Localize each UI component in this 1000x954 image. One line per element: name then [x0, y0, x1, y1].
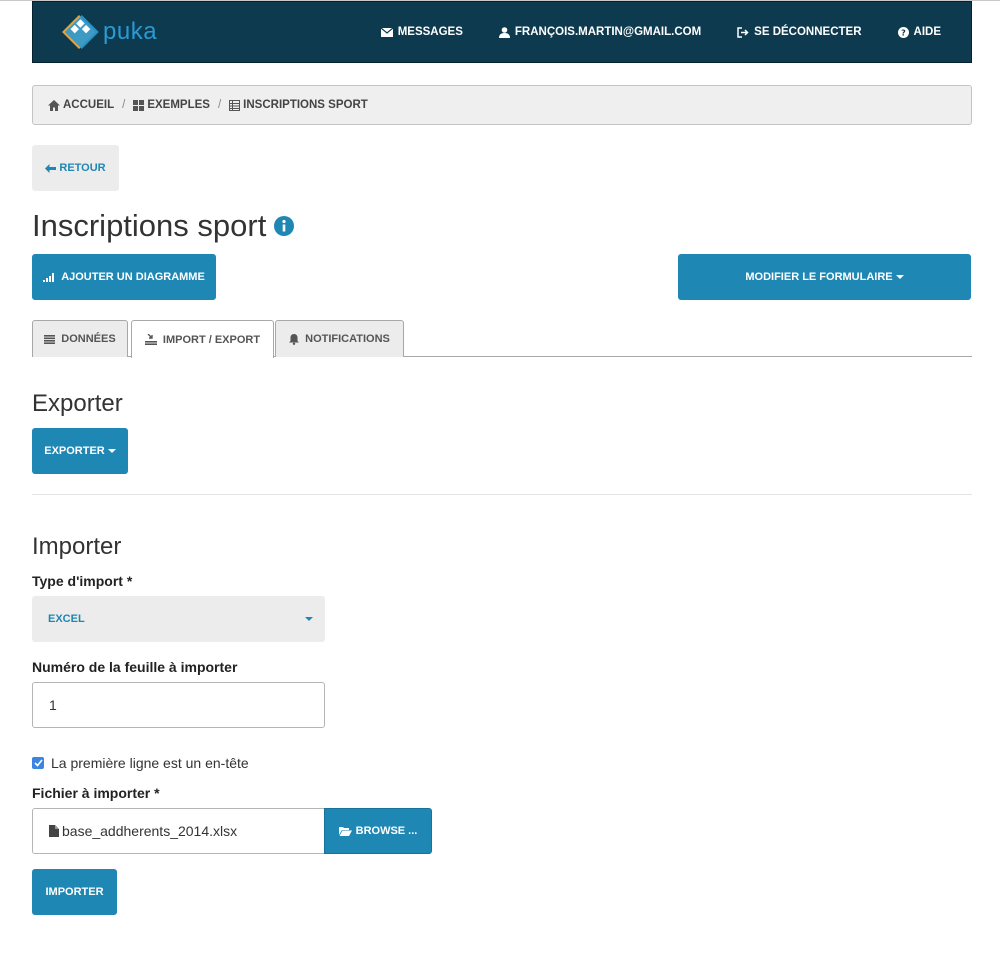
breadcrumb-current-label: INSCRIPTIONS SPORT: [243, 99, 368, 111]
help-icon: ?: [897, 26, 909, 38]
import-type-label: Type d'import *: [32, 573, 133, 589]
breadcrumb-examples-label: EXEMPLES: [147, 99, 210, 111]
logo-icon: [62, 15, 99, 49]
logo[interactable]: puka: [57, 12, 157, 52]
import-button[interactable]: IMPORTER: [32, 869, 117, 915]
check-icon: [33, 759, 43, 767]
grid-icon: [133, 99, 145, 111]
add-chart-label: AJOUTER UN DIAGRAMME: [61, 271, 205, 283]
import-export-icon: [144, 334, 157, 345]
import-type-value: EXCEL: [48, 613, 85, 625]
home-icon: [48, 99, 60, 111]
header-checkbox-label[interactable]: La première ligne est un en-tête: [51, 755, 249, 771]
import-title: Importer: [32, 533, 122, 560]
list-icon: [44, 334, 56, 344]
nav-help[interactable]: ? AIDE: [897, 26, 941, 38]
chevron-down-icon: [305, 617, 313, 621]
nav-help-label: AIDE: [913, 26, 941, 38]
sheet-number-label: Numéro de la feuille à importer: [32, 659, 238, 675]
sheet-number-input[interactable]: [32, 682, 325, 728]
modify-form-button[interactable]: MODIFIER LE FORMULAIRE: [678, 254, 971, 300]
tab-bar: DONNÉES IMPORT / EXPORT NOTIFICATIONS: [32, 320, 972, 358]
import-type-select[interactable]: EXCEL: [32, 596, 325, 642]
add-chart-button[interactable]: AJOUTER UN DIAGRAMME: [32, 254, 216, 300]
back-button[interactable]: RETOUR: [32, 145, 119, 191]
nav-user[interactable]: FRANÇOIS.MARTIN@GMAIL.COM: [498, 26, 702, 38]
breadcrumb-separator: /: [217, 99, 222, 111]
file-name-field[interactable]: base_addherents_2014.xlsx: [32, 808, 325, 854]
tab-data-label: DONNÉES: [61, 333, 116, 345]
browse-button[interactable]: BROWSE ...: [324, 808, 432, 854]
page-title: Inscriptions sport: [32, 208, 295, 244]
tab-import-export-label: IMPORT / EXPORT: [162, 333, 261, 346]
info-icon[interactable]: [274, 216, 295, 236]
modify-form-label: MODIFIER LE FORMULAIRE: [745, 271, 893, 283]
section-divider: [32, 494, 972, 495]
breadcrumb-current: INSCRIPTIONS SPORT: [229, 99, 368, 111]
file-name: base_addherents_2014.xlsx: [62, 823, 238, 839]
export-button[interactable]: EXPORTER: [32, 428, 128, 474]
bar-chart-icon: [43, 272, 55, 282]
tab-notifications-label: NOTIFICATIONS: [305, 333, 390, 345]
export-button-label: EXPORTER: [44, 445, 105, 457]
svg-text:?: ?: [901, 28, 906, 37]
header-checkbox-row: La première ligne est un en-tête: [32, 755, 249, 771]
table-icon: [229, 99, 241, 111]
top-navbar: puka MESSAGES FRANÇOIS.MARTIN@GMAIL.COM …: [32, 1, 972, 63]
breadcrumb-home-label: ACCUEIL: [63, 99, 115, 111]
nav-logout[interactable]: SE DÉCONNECTER: [737, 26, 862, 38]
nav-messages-label: MESSAGES: [397, 26, 463, 38]
logout-icon: [737, 26, 749, 38]
import-button-label: IMPORTER: [45, 886, 104, 898]
breadcrumb-examples[interactable]: EXEMPLES: [133, 99, 210, 111]
file-icon: [49, 825, 59, 837]
tab-data[interactable]: DONNÉES: [32, 320, 128, 357]
export-title: Exporter: [32, 390, 123, 417]
logo-text: puka: [103, 18, 158, 45]
nav-messages[interactable]: MESSAGES: [380, 26, 463, 38]
nav-logout-label: SE DÉCONNECTER: [754, 26, 862, 38]
user-icon: [498, 26, 510, 38]
back-button-label: RETOUR: [59, 162, 106, 174]
tab-notifications[interactable]: NOTIFICATIONS: [275, 320, 404, 357]
nav-user-label: FRANÇOIS.MARTIN@GMAIL.COM: [514, 26, 702, 38]
header-checkbox[interactable]: [32, 757, 44, 769]
browse-button-label: BROWSE ...: [355, 825, 418, 837]
folder-open-icon: [338, 827, 352, 836]
page-title-text: Inscriptions sport: [32, 208, 267, 243]
nav-links: MESSAGES FRANÇOIS.MARTIN@GMAIL.COM SE DÉ…: [345, 26, 941, 38]
envelope-icon: [380, 27, 393, 37]
tab-import-export[interactable]: IMPORT / EXPORT: [131, 320, 274, 358]
breadcrumb-separator: /: [122, 99, 126, 111]
chevron-down-icon: [895, 275, 904, 279]
file-label: Fichier à importer *: [32, 785, 160, 801]
chevron-down-icon: [107, 449, 116, 453]
bell-icon: [289, 333, 300, 345]
arrow-left-icon: [45, 163, 57, 173]
breadcrumb-home[interactable]: ACCUEIL: [48, 99, 114, 111]
breadcrumb: ACCUEIL / EXEMPLES / INSCRIPTIONS SPORT: [32, 85, 972, 125]
